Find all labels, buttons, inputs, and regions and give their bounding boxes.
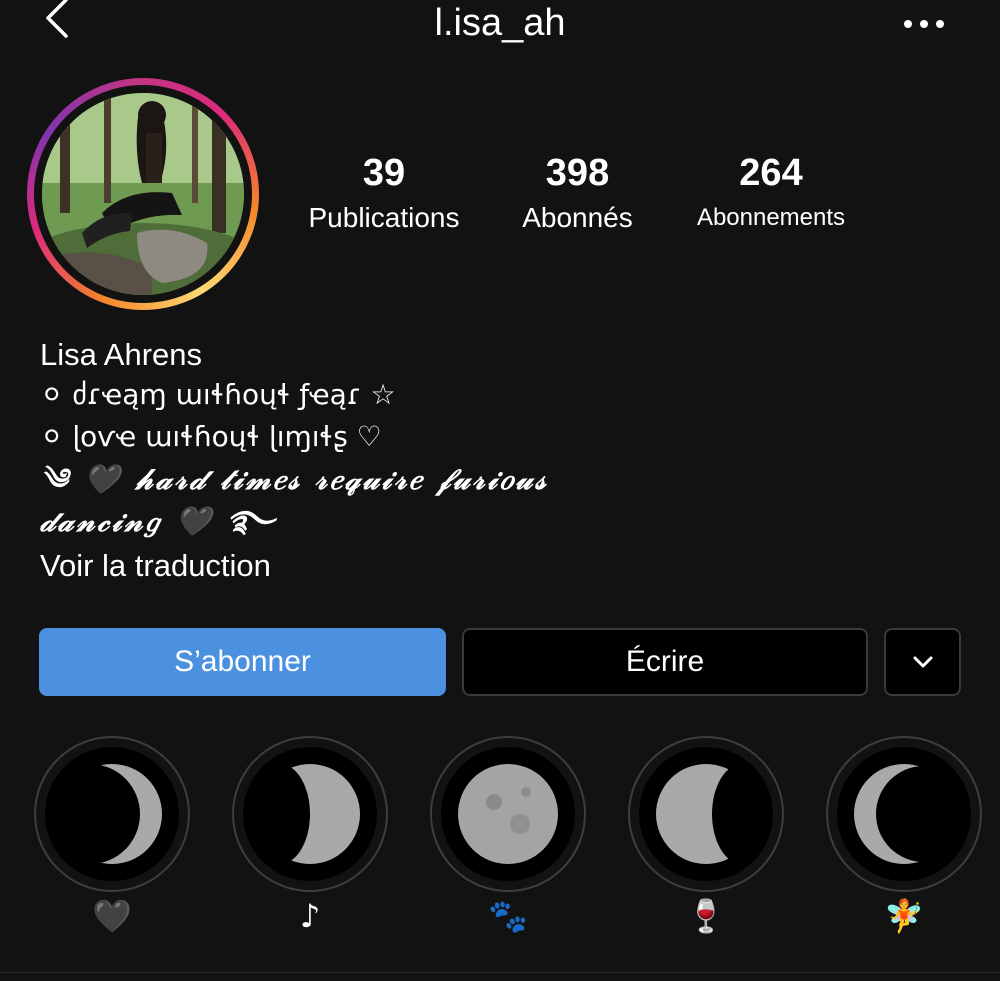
see-translation-link[interactable]: Voir la traduction [40,546,980,586]
bio-line: ⚪ ɭօѵҽ ɯıɬɦօųɬ ɭıɱıɬʂ ♡ [40,420,382,453]
highlight-label: 🖤 [92,897,132,935]
following-count: 264 [739,152,803,194]
chevron-down-icon [913,656,932,668]
follow-button[interactable]: S’abonner [39,628,446,696]
profile-full-name: Lisa Ahrens [40,337,202,372]
moon-icon [854,764,956,864]
suggested-accounts-button[interactable] [884,628,961,696]
profile-username: l.isa_ah [434,2,566,44]
posts-count: 39 [362,152,406,194]
stat-posts[interactable]: 39 Publications [288,150,480,236]
bio-line: 𝒹𝒶𝓃𝒸𝒾𝓃𝑔 🖤 ࿐ [40,504,278,538]
story-highlight[interactable]: 🖤 [34,736,190,935]
moon-icon [60,764,162,864]
story-highlight[interactable]: 🐾 [430,736,586,935]
following-label: Abonnements [696,204,846,231]
divider [0,972,1000,973]
story-highlight[interactable]: 🍷 [628,736,784,935]
bio-line: ༄ 🖤 𝒽𝒶𝓇𝒹 𝓉𝒾𝓂𝑒𝓈 𝓇𝑒𝓆𝓊𝒾𝓇𝑒 𝒻𝓊𝓇𝒾𝑜𝓊𝓈 [40,462,549,496]
highlight-label: 🧚 [884,897,924,935]
moon-icon [458,764,558,864]
posts-label: Publications [308,202,460,233]
moon-icon [656,764,758,864]
stat-followers[interactable]: 398 Abonnés [490,150,665,236]
highlight-label: ♪ [299,897,321,935]
followers-count: 398 [545,152,610,194]
moon-icon [258,764,360,864]
message-button[interactable]: Écrire [462,628,868,696]
story-highlight[interactable]: 🧚 [826,736,982,935]
avatar [42,93,244,295]
followers-label: Abonnés [522,202,633,233]
story-highlight[interactable]: ♪ [232,736,388,935]
highlight-label: 🐾 [488,897,528,935]
story-ring[interactable] [27,78,259,310]
bio: Lisa Ahrens ⚪ ძɾҽąɱ ɯıɬɦօųɬ ƒҽąɾ ☆ ⚪ ɭօѵ… [40,336,980,586]
more-options-button[interactable] [900,14,950,34]
stat-following[interactable]: 264 Abonnements [676,150,866,236]
bio-line: ⚪ ძɾҽąɱ ɯıɬɦօųɬ ƒҽąɾ ☆ [40,378,396,411]
highlight-label: 🍷 [686,897,726,935]
